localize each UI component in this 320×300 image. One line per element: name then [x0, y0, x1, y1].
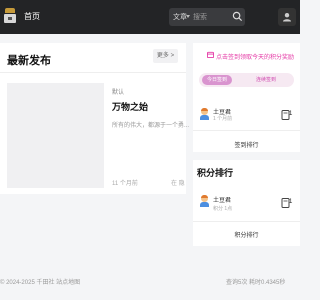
article-excerpt: 所有的伟大，都源于一个勇...: [112, 123, 190, 129]
article-meta: 在 隐: [171, 181, 185, 187]
user-menu-button[interactable]: [278, 8, 296, 26]
article-thumbnail[interactable]: [7, 83, 104, 188]
checkin-prompt[interactable]: 点击签到领取今天的积分奖励: [216, 52, 294, 61]
calendar-icon: [207, 51, 214, 58]
article-date: 11 个月前: [112, 181, 138, 187]
article-category[interactable]: 默认: [112, 87, 124, 96]
search-input[interactable]: [193, 10, 229, 24]
points-count: 1: [289, 199, 293, 205]
footer-copyright[interactable]: © 2024-2025 千田社 站点地图: [0, 277, 80, 286]
divider: [193, 221, 300, 222]
divider: [193, 130, 300, 131]
chevron-down-icon: [186, 15, 190, 18]
points-user-name[interactable]: 土豆君: [213, 195, 231, 204]
more-button[interactable]: 更多 >: [153, 49, 178, 63]
points-ranking-title: 积分排行: [197, 168, 234, 178]
section-title: 最新发布: [7, 55, 51, 67]
avatar[interactable]: [200, 195, 209, 207]
checkin-count: 1: [289, 111, 293, 117]
checkin-ranking-link[interactable]: 签到排行: [193, 140, 300, 149]
footer-stats: 查询5次 耗时0.4345秒: [226, 280, 286, 286]
tab-streak-checkin[interactable]: 连续签到: [256, 75, 276, 85]
avatar[interactable]: [200, 108, 209, 120]
site-logo[interactable]: [4, 8, 16, 24]
nav-home-link[interactable]: 首页: [24, 11, 40, 22]
user-icon: [283, 13, 291, 22]
top-navbar: 首页 文章: [0, 0, 300, 34]
points-ranking-link[interactable]: 积分排行: [193, 230, 300, 239]
tab-today-checkin[interactable]: 今日签到: [202, 75, 232, 85]
search-bar: 文章: [169, 8, 245, 26]
search-icon[interactable]: [232, 11, 243, 22]
search-type-select[interactable]: 文章: [173, 12, 187, 22]
article-title[interactable]: 万物之始: [112, 100, 148, 113]
points-user-score: 积分 1点: [213, 206, 233, 212]
checkin-user-time: 1 个月前: [213, 116, 233, 122]
divider: [0, 72, 186, 73]
